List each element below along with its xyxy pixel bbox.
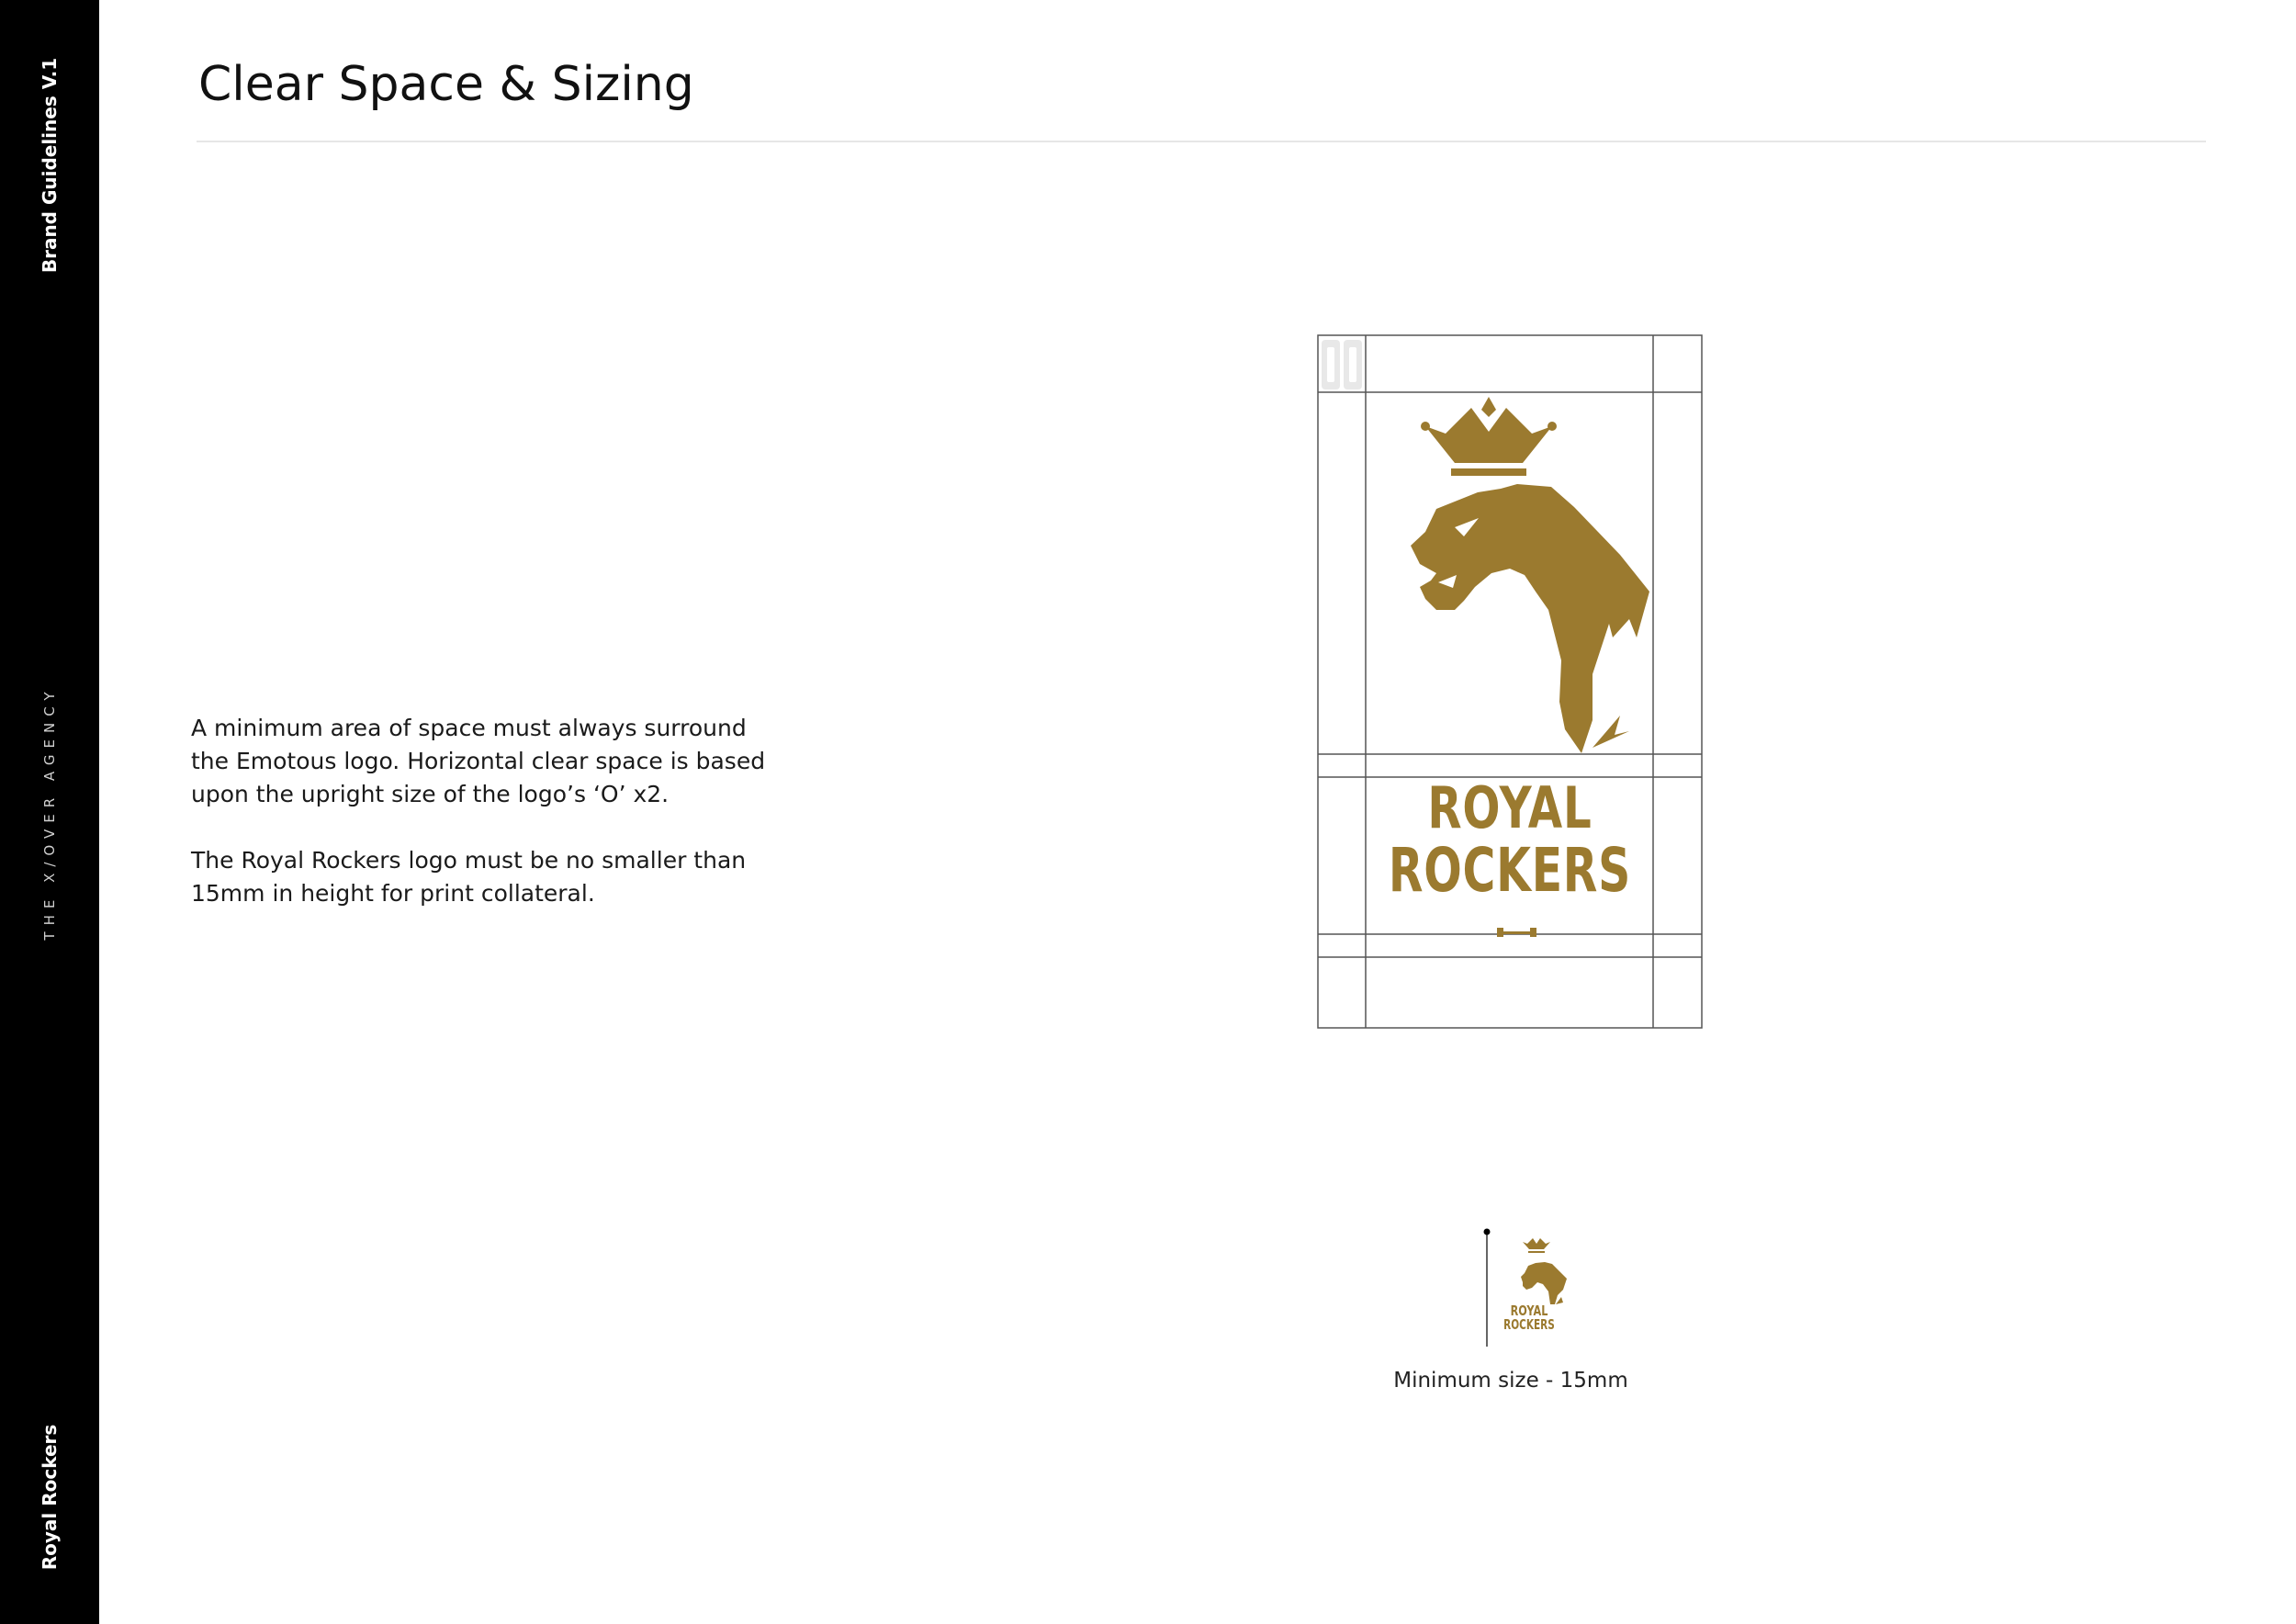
mini-crown-icon (1523, 1238, 1550, 1253)
logo-bar-icon (1497, 928, 1536, 937)
clear-space-paragraph: A minimum area of space must always surr… (191, 715, 766, 807)
doc-label: Brand Guidelines V.1 (39, 57, 61, 274)
minimum-size-example: ROYAL ROCKERS (1460, 1212, 1580, 1354)
page-title: Clear Space & Sizing (198, 57, 694, 112)
mini-wordmark-rockers: ROCKERS (1503, 1316, 1555, 1333)
mini-wordmark: ROYAL ROCKERS (1483, 1304, 1575, 1332)
min-size-paragraph: The Royal Rockers logo must be no smalle… (191, 847, 747, 907)
mini-lion-icon (1521, 1262, 1567, 1304)
agency-label: THE X/OVER AGENCY (41, 685, 58, 941)
body-copy: A minimum area of space must always surr… (191, 712, 779, 943)
title-divider (197, 141, 2206, 142)
sidebar: Brand Guidelines V.1 THE X/OVER AGENCY R… (0, 0, 99, 1624)
logo-clear-space-diagram: ROYAL ROCKERS (1317, 334, 1703, 1029)
minimum-size-caption: Minimum size - 15mm (1393, 1369, 1628, 1393)
client-label: Royal Rockers (39, 1424, 61, 1571)
